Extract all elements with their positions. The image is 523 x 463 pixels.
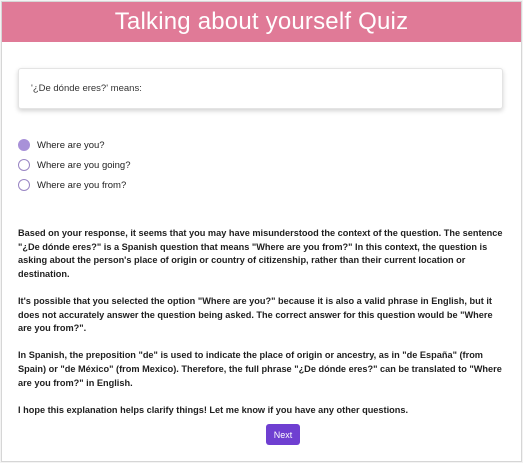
- feedback-explanation: Based on your response, it seems that yo…: [18, 227, 508, 431]
- explanation-paragraph: I hope this explanation helps clarify th…: [18, 404, 409, 415]
- next-button[interactable]: Next: [266, 424, 300, 445]
- option-where-are-you-going[interactable]: Where are you going?: [18, 155, 130, 175]
- quiz-window: Talking about yourself Quiz '¿De dónde e…: [1, 1, 522, 462]
- question-text: '¿De dónde eres?' means:: [31, 83, 142, 94]
- explanation-paragraph: In Spanish, the preposition "de" is used…: [18, 350, 502, 388]
- explanation-paragraph: Based on your response, it seems that yo…: [18, 228, 503, 279]
- radio-empty-icon[interactable]: [18, 159, 30, 171]
- option-where-are-you[interactable]: Where are you?: [18, 135, 130, 155]
- explanation-paragraph: It's possible that you selected the opti…: [18, 295, 493, 334]
- option-label: Where are you from?: [37, 179, 127, 191]
- radio-selected-icon[interactable]: [18, 139, 30, 151]
- option-where-are-you-from[interactable]: Where are you from?: [18, 175, 130, 195]
- radio-empty-icon[interactable]: [18, 179, 30, 191]
- quiz-title: Talking about yourself Quiz: [114, 8, 409, 35]
- option-label: Where are you?: [37, 139, 105, 151]
- answer-options: Where are you? Where are you going? Wher…: [18, 135, 130, 195]
- quiz-header: Talking about yourself Quiz: [2, 2, 521, 42]
- question-card: '¿De dónde eres?' means:: [18, 68, 503, 109]
- option-label: Where are you going?: [37, 159, 131, 171]
